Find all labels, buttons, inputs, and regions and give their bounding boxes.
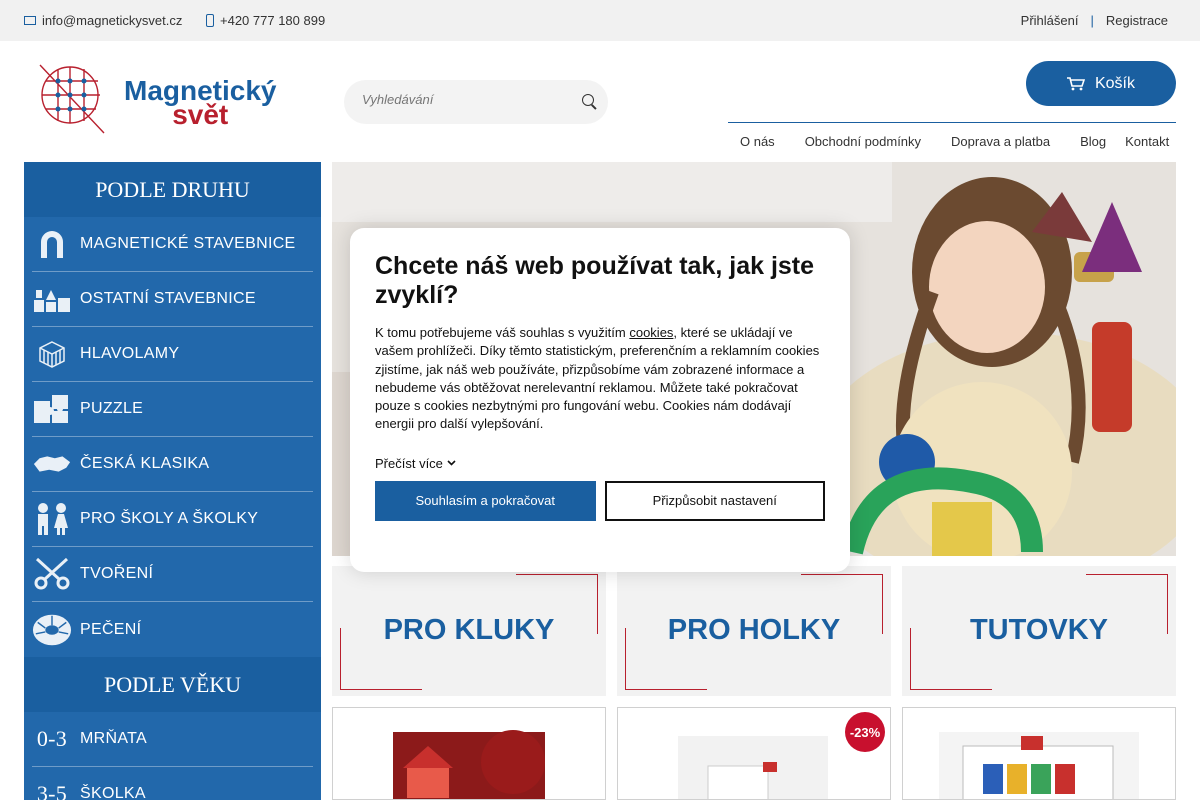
cookies-link[interactable]: cookies — [629, 325, 673, 340]
sidebar-item-label: HLAVOLAMY — [80, 345, 180, 362]
cart-label: Košík — [1094, 74, 1135, 92]
sidebar-item-label: ČESKÁ KLASIKA — [80, 455, 210, 472]
logo-line2: svět — [172, 99, 229, 130]
sidebar-item-other-blocks[interactable]: OSTATNÍ STAVEBNICE — [32, 272, 313, 327]
cookie-title: Chcete náš web používat tak, jak jste zv… — [375, 252, 815, 309]
nav-blog[interactable]: Blog — [1080, 134, 1106, 149]
kids-icon — [32, 501, 72, 537]
login-link[interactable]: Přihlášení — [1021, 13, 1079, 28]
email-link[interactable]: info@magnetickysvet.cz — [24, 13, 182, 28]
read-more-toggle[interactable]: Přečíst více — [375, 456, 825, 471]
age-range: 0-3 — [36, 726, 68, 751]
read-more-label: Přečíst více — [375, 455, 443, 471]
sidebar-item-label: MAGNETICKÉ STAVEBNICE — [80, 235, 296, 252]
customize-cookies-button[interactable]: Přizpůsobit nastavení — [604, 480, 825, 521]
product-image — [393, 730, 545, 799]
product-image — [939, 732, 1139, 799]
sidebar-item-puzzle[interactable]: PUZZLE — [32, 382, 313, 437]
auth-separator: | — [1090, 13, 1094, 28]
blocks-icon — [32, 281, 72, 317]
cart-icon — [1066, 76, 1085, 90]
sidebar-item-puzzles-brain[interactable]: HLAVOLAMY — [32, 327, 313, 382]
cookie-dialog: Chcete náš web používat tak, jak jste zv… — [350, 228, 850, 572]
sidebar: PODLE DRUHU MAGNETICKÉ STAVEBNICE OSTATN… — [24, 162, 321, 800]
sidebar-item-baking[interactable]: PEČENÍ — [32, 602, 313, 657]
logo-globe-icon — [39, 64, 105, 134]
phone-link[interactable]: +420 777 180 899 — [206, 13, 325, 28]
sidebar-item-label: TVOŘENÍ — [80, 565, 154, 582]
tile-label: PRO HOLKY — [667, 614, 841, 646]
header: Magnetický svět Košík O nás Obchodní pod… — [0, 41, 1200, 162]
tile-label: PRO KLUKY — [383, 614, 555, 646]
main-nav: O nás Obchodní podmínky Doprava a platba… — [728, 122, 1176, 149]
cookie-text: K tomu potřebujeme váš souhlas s využití… — [375, 324, 825, 434]
nav-about[interactable]: O nás — [740, 134, 775, 149]
tile-label: TUTOVKY — [969, 614, 1109, 646]
logo-text: Magnetický svět — [124, 77, 277, 130]
search-icon[interactable] — [582, 94, 594, 106]
mail-icon — [24, 16, 36, 25]
accept-cookies-button[interactable]: Souhlasím a pokračovat — [375, 480, 596, 521]
nav-shipping[interactable]: Doprava a platba — [951, 134, 1050, 149]
logo[interactable]: Magnetický svět — [38, 59, 288, 137]
register-link[interactable]: Registrace — [1106, 13, 1168, 28]
email-text: info@magnetickysvet.cz — [42, 13, 183, 28]
sidebar-item-schools[interactable]: PRO ŠKOLY A ŠKOLKY — [32, 492, 313, 547]
sidebar-item-age-3-5[interactable]: 3-5 ŠKOLKA — [32, 767, 313, 800]
search-input[interactable] — [362, 92, 562, 107]
sidebar-item-label: ŠKOLKA — [80, 785, 146, 800]
sidebar-item-label: PRO ŠKOLY A ŠKOLKY — [80, 510, 259, 527]
category-tile-boys[interactable]: PRO KLUKY — [332, 566, 606, 696]
cube-icon — [32, 336, 72, 372]
sidebar-item-czech-classic[interactable]: ČESKÁ KLASIKA — [32, 437, 313, 492]
sidebar-item-label: PUZZLE — [80, 400, 144, 417]
nav-terms[interactable]: Obchodní podmínky — [805, 134, 921, 149]
phone-text: +420 777 180 899 — [220, 13, 326, 28]
sidebar-item-magnetic[interactable]: MAGNETICKÉ STAVEBNICE — [32, 217, 313, 272]
czech-map-icon — [32, 446, 72, 482]
sidebar-item-creative[interactable]: TVOŘENÍ — [32, 547, 313, 602]
auth-links: Přihlášení | Registrace — [1021, 13, 1168, 28]
category-tile-girls[interactable]: PRO HOLKY — [617, 566, 891, 696]
phone-icon — [206, 14, 214, 27]
magnet-icon — [32, 226, 72, 262]
category-tile-tutovky[interactable]: TUTOVKY — [902, 566, 1176, 696]
sidebar-heading-type: PODLE DRUHU — [24, 162, 321, 217]
top-bar: info@magnetickysvet.cz +420 777 180 899 … — [0, 0, 1200, 41]
scissors-icon — [32, 556, 72, 592]
product-card[interactable] — [902, 707, 1176, 800]
sidebar-item-label: PEČENÍ — [80, 620, 142, 638]
puzzle-icon — [32, 391, 72, 427]
sidebar-heading-age: PODLE VĚKU — [24, 657, 321, 712]
sidebar-item-label: MRŇATA — [80, 730, 147, 747]
age-range: 3-5 — [36, 781, 68, 800]
cake-mold-icon — [32, 612, 72, 648]
cookie-text-end: , které se ukládají ve vašem prohlížeči.… — [375, 325, 820, 432]
sidebar-item-age-0-3[interactable]: 0-3 MRŇATA — [32, 712, 313, 767]
cookie-text-start: K tomu potřebujeme váš souhlas s využití… — [375, 325, 630, 340]
chevron-down-icon — [447, 460, 456, 466]
sidebar-item-label: OSTATNÍ STAVEBNICE — [80, 290, 256, 307]
cart-button[interactable]: Košík — [1026, 61, 1176, 106]
discount-badge: -23% — [845, 712, 885, 752]
nav-contact[interactable]: Kontakt — [1125, 134, 1169, 149]
product-card[interactable] — [332, 707, 606, 800]
search-box — [344, 80, 608, 124]
